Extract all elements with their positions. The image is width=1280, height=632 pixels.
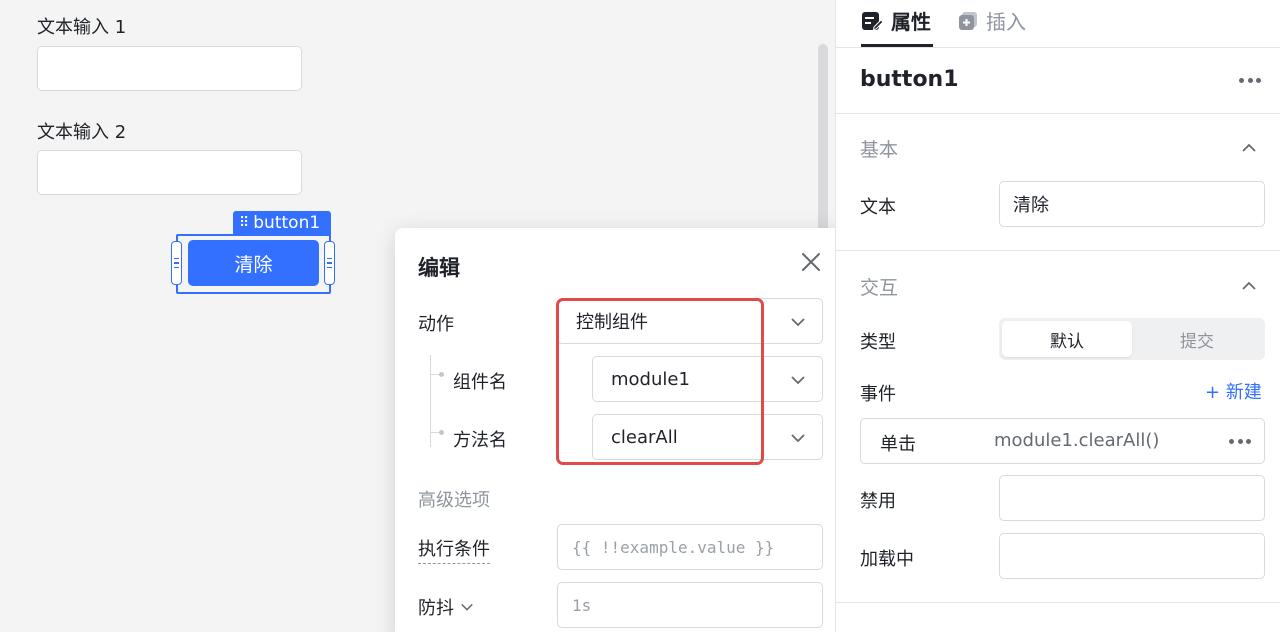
basic-section-title: 基本: [860, 139, 899, 161]
text-input-1[interactable]: [37, 46, 302, 91]
close-icon[interactable]: [799, 250, 823, 274]
type-option-submit[interactable]: 提交: [1132, 321, 1262, 357]
type-segmented-control: 默认 提交: [999, 318, 1265, 360]
chevron-down-icon: [791, 376, 805, 385]
add-event-button[interactable]: + 新建: [1205, 378, 1262, 404]
text-input-2[interactable]: [37, 150, 302, 195]
type-option-default[interactable]: 默认: [1002, 321, 1132, 357]
panel-tabs: 属性 插入: [836, 0, 1280, 48]
tree-connector: [430, 355, 431, 447]
chevron-down-icon: [791, 434, 805, 443]
dialog-title: 编辑: [418, 256, 460, 280]
event-label: 事件: [860, 384, 896, 405]
edit-properties-icon: [862, 11, 883, 30]
tree-connector-dot: [431, 430, 444, 435]
text-input-1-label: 文本输入 1: [37, 17, 127, 38]
event-more-icon[interactable]: [1229, 439, 1251, 445]
disabled-label: 禁用: [860, 491, 896, 512]
drag-handle-icon[interactable]: ⠿: [239, 215, 249, 231]
component-name-label: 组件名: [453, 372, 507, 393]
debounce-label[interactable]: 防抖: [418, 594, 474, 620]
event-name: 单击: [880, 434, 916, 455]
debounce-input[interactable]: 1s: [557, 582, 823, 628]
condition-label: 执行条件: [418, 535, 490, 564]
text-value-input[interactable]: 清除: [999, 181, 1265, 227]
component-name: button1: [860, 67, 959, 92]
tab-properties[interactable]: 属性: [861, 6, 931, 35]
loading-label: 加载中: [860, 549, 914, 570]
selected-component-name: button1: [253, 213, 321, 233]
condition-input[interactable]: {{ !!example.value }}: [557, 524, 823, 570]
interaction-section-title: 交互: [860, 277, 899, 299]
tree-connector-dot: [431, 372, 444, 377]
tab-insert[interactable]: 插入: [958, 6, 1026, 35]
type-label: 类型: [860, 332, 896, 353]
insert-icon: [959, 11, 977, 30]
clear-button[interactable]: 清除: [188, 240, 319, 286]
advanced-options-title: 高级选项: [418, 490, 490, 511]
chevron-up-icon[interactable]: [1241, 140, 1257, 156]
chevron-down-icon: [791, 318, 805, 327]
action-label: 动作: [418, 314, 454, 335]
event-handler: module1.clearAll(): [994, 430, 1160, 451]
divider: [836, 602, 1280, 603]
divider: [836, 250, 1280, 251]
loading-input[interactable]: [999, 533, 1265, 579]
method-name-label: 方法名: [453, 430, 507, 451]
divider: [836, 113, 1280, 114]
event-row[interactable]: 单击 module1.clearAll(): [860, 418, 1265, 464]
text-label: 文本: [860, 197, 896, 218]
resize-handle-right[interactable]: [324, 241, 335, 285]
property-panel: 属性 插入 button1 基本 文本 清除 交互 类型 默认 提交 事件 + …: [835, 0, 1280, 632]
canvas-scrollbar[interactable]: [818, 44, 828, 244]
edit-dialog: 编辑 动作 控制组件 组件名 module1 方法名 clearAll 高级选项…: [395, 228, 846, 632]
resize-handle-left[interactable]: [171, 241, 182, 285]
highlight-annotation: [556, 298, 764, 465]
chevron-down-icon: [461, 603, 473, 611]
selected-component-tag[interactable]: ⠿ button1: [233, 211, 331, 235]
more-options-icon[interactable]: [1239, 78, 1261, 84]
disabled-input[interactable]: [999, 475, 1265, 521]
active-tab-indicator: [861, 44, 933, 47]
text-input-2-label: 文本输入 2: [37, 122, 127, 143]
chevron-up-icon[interactable]: [1241, 278, 1257, 294]
